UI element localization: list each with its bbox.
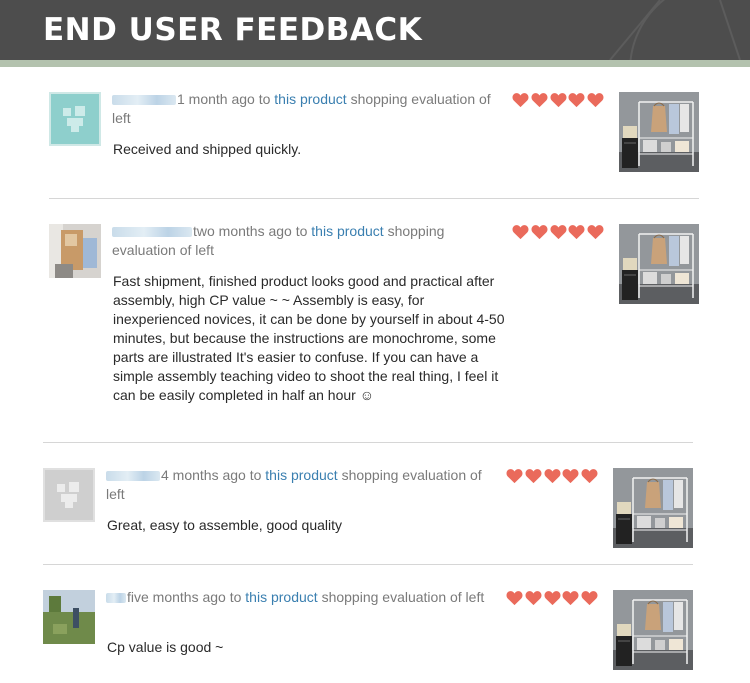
- review-meta: two months ago to this product shopping …: [112, 222, 497, 260]
- heart-icon: [512, 224, 529, 240]
- divider: [43, 564, 693, 565]
- evaluation-text: shopping evaluation of left: [321, 589, 485, 605]
- username-blurred: [106, 593, 126, 604]
- review-meta: 1 month ago to this product shopping eva…: [112, 90, 497, 128]
- heart-icon: [531, 92, 548, 108]
- review-time: 4 months ago to: [161, 467, 262, 483]
- review-meta: 4 months ago to this product shopping ev…: [106, 466, 491, 504]
- heart-icon: [562, 468, 579, 484]
- rating-hearts: [506, 468, 598, 484]
- rating-hearts: [512, 224, 604, 240]
- review-time: five months ago to: [127, 589, 242, 605]
- heart-icon: [544, 590, 561, 606]
- header-decoration: [609, 0, 741, 60]
- heart-icon: [562, 590, 579, 606]
- page-header: END USER FEEDBACK: [0, 0, 750, 60]
- heart-icon: [506, 590, 523, 606]
- heart-icon: [581, 590, 598, 606]
- avatar: [43, 468, 95, 522]
- avatar: [49, 224, 101, 278]
- review-comment: Received and shipped quickly.: [113, 141, 302, 157]
- review-time: 1 month ago to: [177, 91, 271, 107]
- review-comment: Fast shipment, finished product looks go…: [113, 273, 505, 403]
- username-blurred: [106, 471, 160, 482]
- heart-icon: [568, 224, 585, 240]
- product-thumbnail[interactable]: [613, 468, 693, 548]
- product-thumbnail[interactable]: [619, 92, 699, 172]
- heart-icon: [512, 92, 529, 108]
- heart-icon: [587, 224, 604, 240]
- product-link[interactable]: this product: [265, 467, 337, 483]
- heart-icon: [550, 92, 567, 108]
- product-thumbnail[interactable]: [619, 224, 699, 304]
- heart-icon: [544, 468, 561, 484]
- product-thumbnail[interactable]: [613, 590, 693, 670]
- rating-hearts: [506, 590, 598, 606]
- heart-icon: [531, 224, 548, 240]
- username-blurred: [112, 95, 176, 106]
- review-comment: Cp value is good ~: [107, 639, 224, 655]
- page-title: END USER FEEDBACK: [43, 12, 423, 48]
- heart-icon: [587, 92, 604, 108]
- review-time: two months ago to: [193, 223, 308, 239]
- username-blurred: [112, 227, 192, 238]
- product-link[interactable]: this product: [311, 223, 383, 239]
- product-link[interactable]: this product: [274, 91, 346, 107]
- divider: [49, 198, 699, 199]
- header-stripe: [0, 60, 750, 67]
- heart-icon: [525, 590, 542, 606]
- review-comment: Great, easy to assemble, good quality: [107, 517, 343, 533]
- avatar: [43, 590, 95, 644]
- divider: [43, 442, 693, 443]
- rating-hearts: [512, 92, 604, 108]
- review-meta: five months ago to this product shopping…: [106, 588, 491, 607]
- heart-icon: [506, 468, 523, 484]
- heart-icon: [581, 468, 598, 484]
- product-link[interactable]: this product: [245, 589, 317, 605]
- heart-icon: [550, 224, 567, 240]
- heart-icon: [525, 468, 542, 484]
- heart-icon: [568, 92, 585, 108]
- avatar: [49, 92, 101, 146]
